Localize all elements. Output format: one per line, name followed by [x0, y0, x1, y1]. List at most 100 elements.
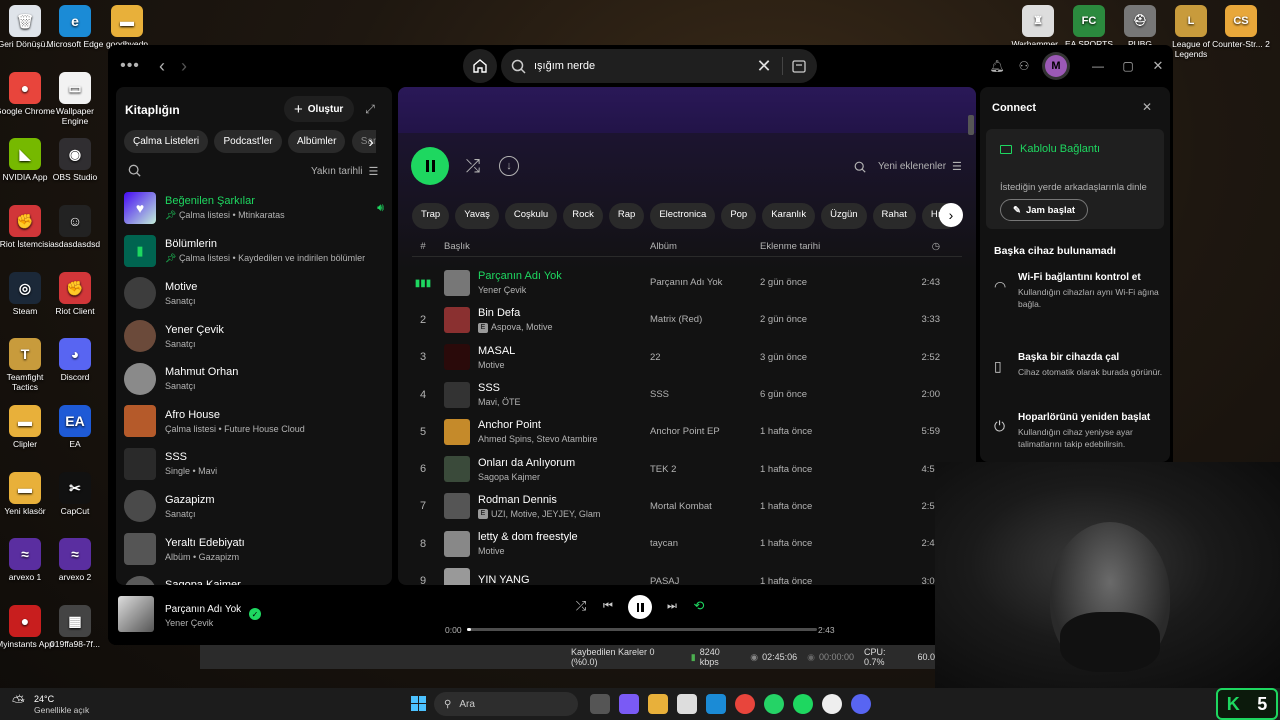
genres-next-button[interactable]: ›	[939, 203, 963, 227]
library-item[interactable]: ▮ Bölümlerin 📌︎ Çalma listesi • Kaydedilen…	[116, 230, 392, 273]
search-input[interactable]: ışığım nerde	[534, 60, 595, 72]
track-album[interactable]: PASAJ	[650, 576, 760, 585]
desktop-icon[interactable]: ✊ Riot Client	[45, 272, 105, 316]
repeat-icon[interactable]: ⟲	[691, 598, 707, 614]
library-item[interactable]: Yener Çevik Sanatçı	[116, 315, 392, 358]
weather-temp[interactable]: 24°C	[34, 694, 54, 704]
obs-icon[interactable]	[822, 694, 842, 714]
genre-chip[interactable]: Electronica	[650, 203, 716, 229]
track-row[interactable]: ▮▮▮ Parçanın Adı Yok Yener Çevik Parçanın A…	[412, 264, 962, 301]
whatsapp-icon[interactable]	[764, 694, 784, 714]
jam-button[interactable]: ✎ Jam başlat	[1000, 199, 1089, 221]
genre-chip[interactable]: Yavaş	[455, 203, 499, 229]
desktop-icon[interactable]: ≈ arvexo 2	[45, 538, 105, 582]
track-artist[interactable]: Yener Çevik	[478, 285, 526, 295]
filter-chip[interactable]: Podcast'ler	[214, 130, 282, 153]
close-window-icon[interactable]: ✕	[1148, 56, 1168, 76]
next-icon[interactable]: ⏭	[664, 598, 680, 614]
genre-chip[interactable]: Trap	[412, 203, 450, 229]
download-icon[interactable]: ↓	[499, 156, 519, 176]
track-row[interactable]: 8 letty & dom freestyle Motive taycan 1 haft…	[412, 525, 962, 562]
library-item[interactable]: ♥ Beğenilen Şarkılar 📌︎ Çalma listesi • Mt…	[116, 187, 392, 230]
track-album[interactable]: SSS	[650, 389, 760, 400]
desktop-icon[interactable]: ✂ CapCut	[45, 472, 105, 516]
desktop-icon[interactable]: ◕ Discord	[45, 338, 105, 382]
expand-icon[interactable]: ⤢	[362, 101, 378, 117]
track-album[interactable]: taycan	[650, 538, 760, 549]
track-artist[interactable]: Motive	[478, 546, 505, 556]
copilot-icon[interactable]	[619, 694, 639, 714]
track-row[interactable]: 6 Onları da Anlıyorum Sagopa Kajmer TEK 21 …	[412, 451, 962, 488]
track-title[interactable]: letty & dom freestyle	[478, 531, 650, 543]
library-item[interactable]: Sagopa KajmerSanatçı	[116, 570, 392, 585]
windows-start-icon[interactable]	[411, 696, 426, 711]
library-item[interactable]: Yeraltı Edebiyatı Albüm • Gazapizm	[116, 528, 392, 571]
track-title[interactable]: Parçanın Adı Yok	[478, 270, 650, 282]
header-album[interactable]: Albüm	[650, 241, 760, 252]
track-artist[interactable]: Mavi, ÖTE	[478, 397, 521, 407]
now-playing-cover[interactable]	[118, 596, 154, 632]
pause-button[interactable]	[411, 147, 449, 185]
track-album[interactable]: Mortal Kombat	[650, 501, 760, 512]
create-button[interactable]: + Oluştur	[284, 96, 354, 122]
filter-chip[interactable]: Çalma Listeleri	[124, 130, 209, 153]
notifications-bell-icon[interactable]: 🔔︎	[988, 57, 1006, 75]
track-artist[interactable]: Motive	[478, 360, 505, 370]
search-bar[interactable]: ışığım nerde ✕	[501, 49, 817, 83]
wired-connection[interactable]: Kablolu Bağlantı	[1000, 143, 1100, 155]
track-sort[interactable]: Yeni eklenenler ☰	[854, 160, 962, 173]
genre-chip[interactable]: Karanlık	[762, 203, 816, 229]
desktop-icon[interactable]: CS Counter-Str... 2	[1211, 5, 1271, 49]
track-artist[interactable]: Ahmed Spins, Stevo Atambire	[478, 434, 598, 444]
track-title[interactable]: Anchor Point	[478, 419, 650, 431]
close-connect-icon[interactable]: ✕	[1140, 100, 1154, 114]
track-row[interactable]: 7 Rodman Dennis E UZI, Motive, JEYJEY, Glam…	[412, 488, 962, 525]
track-album[interactable]: Anchor Point EP	[650, 426, 760, 437]
track-title[interactable]: Rodman Dennis	[478, 494, 650, 506]
now-playing-title[interactable]: Parçanın Adı Yok	[165, 604, 241, 615]
chrome-icon[interactable]	[735, 694, 755, 714]
back-arrow-icon[interactable]: ‹	[152, 55, 172, 77]
header-added[interactable]: Eklenme tarihi	[760, 241, 880, 252]
desktop-icon[interactable]: ▬ goodbyedp	[97, 5, 157, 49]
track-album[interactable]: TEK 2	[650, 464, 760, 475]
track-album[interactable]: 22	[650, 352, 760, 363]
scrollbar[interactable]	[968, 115, 974, 135]
desktop-icon[interactable]: EA EA	[45, 405, 105, 449]
now-playing-artist[interactable]: Yener Çevik	[165, 618, 213, 628]
track-album[interactable]: Parçanın Adı Yok	[650, 277, 760, 288]
track-title[interactable]: SSS	[478, 382, 650, 394]
genre-chip[interactable]: Pop	[721, 203, 757, 229]
previous-icon[interactable]: ⏮	[600, 598, 616, 614]
genre-chip[interactable]: Rock	[563, 203, 603, 229]
library-sort[interactable]: Yakın tarihli ☰	[311, 165, 378, 178]
track-row[interactable]: 3 MASAL Motive 22 3 gün önce 2:52	[412, 339, 962, 376]
filters-next-icon[interactable]: ›	[364, 133, 378, 153]
discord-icon[interactable]	[851, 694, 871, 714]
desktop-icon[interactable]: ▦ 019ffa98-7f...	[45, 605, 105, 649]
progress-bar[interactable]	[467, 628, 817, 631]
clear-search-icon[interactable]: ✕	[754, 56, 774, 77]
track-row[interactable]: 5 Anchor Point Ahmed Spins, Stevo Atambire…	[412, 413, 962, 450]
maximize-icon[interactable]: ▢	[1118, 56, 1138, 76]
home-button[interactable]	[463, 49, 497, 83]
track-artist[interactable]: UZI, Motive, JEYJEY, Glam	[491, 509, 600, 519]
library-item[interactable]: Mahmut Orhan Sanatçı	[116, 357, 392, 400]
genre-chip[interactable]: Rahat	[872, 203, 916, 229]
taskbar-search[interactable]: ⚲ Ara	[434, 692, 578, 716]
genre-chip[interactable]: Rap	[608, 203, 645, 229]
menu-dots-icon[interactable]: •••	[120, 57, 140, 75]
forward-arrow-icon[interactable]: ›	[174, 55, 194, 77]
task-view-icon[interactable]	[590, 694, 610, 714]
library-search-icon[interactable]	[128, 164, 141, 180]
track-row[interactable]: 4 SSS Mavi, ÖTE SSS 6 gün önce 2:00	[412, 376, 962, 413]
shuffle-icon[interactable]: ⤮	[462, 155, 484, 177]
library-item[interactable]: Afro House Çalma listesi • Future House C…	[116, 400, 392, 443]
player-shuffle-icon[interactable]: ⤮	[573, 598, 589, 614]
track-title[interactable]: Onları da Anlıyorum	[478, 457, 650, 469]
genre-chip[interactable]: Coşkulu	[504, 203, 558, 229]
track-artist[interactable]: Aspova, Motive	[491, 322, 553, 332]
spotify-icon[interactable]	[793, 694, 813, 714]
weather-desc[interactable]: Genellikle açık	[34, 705, 89, 715]
library-item[interactable]: Gazapizm Sanatçı	[116, 485, 392, 528]
